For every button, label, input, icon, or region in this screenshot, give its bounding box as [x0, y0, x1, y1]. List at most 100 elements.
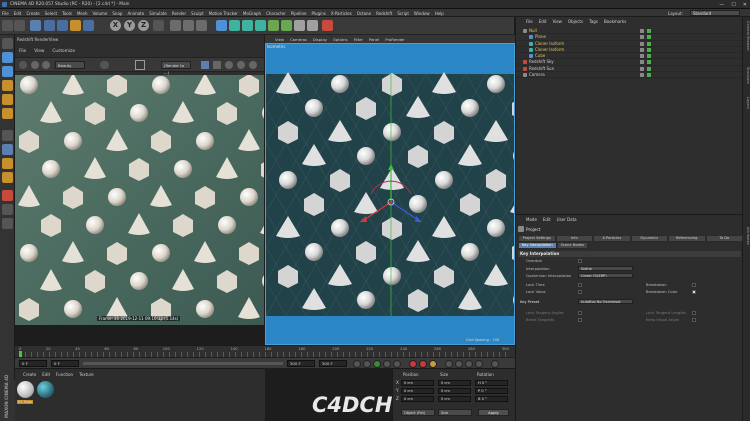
menu-select[interactable]: Select: [45, 11, 57, 16]
sphere-viewport-shape[interactable]: [331, 75, 349, 93]
edges-mode-icon[interactable]: [2, 94, 13, 105]
sphere-viewport-shape[interactable]: [487, 75, 505, 93]
menu-script[interactable]: Script: [397, 11, 409, 16]
viewport-menu-filter[interactable]: Filter: [354, 37, 363, 42]
menu-volume[interactable]: Volume: [92, 11, 107, 16]
menu-file[interactable]: File: [2, 11, 9, 16]
attr-tab-info[interactable]: Info: [555, 235, 593, 242]
play-icon[interactable]: [373, 360, 381, 368]
redshift-icon[interactable]: [322, 20, 333, 31]
sphere-viewport-shape[interactable]: [279, 171, 297, 189]
autokey-icon[interactable]: [419, 360, 427, 368]
material-label-rs-mate[interactable]: RS Mate: [17, 400, 34, 404]
lock-tangent-angles-checkbox[interactable]: [578, 311, 582, 315]
position-z-field[interactable]: 0 cm: [401, 396, 434, 402]
quaternion-select[interactable]: Linear (SLERP): [578, 273, 633, 278]
render-settings-icon[interactable]: [196, 20, 207, 31]
object-name[interactable]: Null: [529, 28, 537, 34]
attr-tab-to-do[interactable]: To Do: [705, 235, 743, 242]
sphere-viewport-shape[interactable]: [435, 171, 453, 189]
menu-octane[interactable]: Octane: [357, 11, 371, 16]
light-icon[interactable]: [307, 20, 318, 31]
sphere-viewport-shape[interactable]: [357, 291, 375, 309]
interpolation-select[interactable]: Spline: [578, 266, 633, 271]
recent-tools-icon[interactable]: [83, 20, 94, 31]
snapshot-select[interactable]: (Render to ...): [161, 61, 191, 75]
scale-key-icon[interactable]: [455, 360, 463, 368]
renderview-menu-customize[interactable]: Customize: [52, 49, 75, 54]
exposure-icon[interactable]: [237, 61, 245, 69]
polygons-mode-icon[interactable]: [2, 108, 13, 119]
undo-icon[interactable]: [2, 20, 13, 31]
x-axis-lock-icon[interactable]: X: [110, 20, 121, 31]
menu-edit[interactable]: Edit: [14, 11, 22, 16]
pen-icon[interactable]: [229, 20, 240, 31]
menu-plugins[interactable]: Plugins: [312, 11, 326, 16]
scale-tool-icon[interactable]: [57, 20, 68, 31]
renderview-menu-file[interactable]: File: [19, 49, 26, 54]
enabled-check-icon[interactable]: [647, 66, 651, 71]
position-y-field[interactable]: 0 cm: [401, 388, 434, 394]
keyframe-selection-icon[interactable]: [429, 360, 437, 368]
material-menu-edit[interactable]: Edit: [42, 372, 50, 377]
break-tangents-checkbox[interactable]: [578, 318, 582, 322]
camera-icon[interactable]: [294, 20, 305, 31]
frame-range-slider[interactable]: [83, 362, 283, 365]
menu-render[interactable]: Render: [172, 11, 186, 16]
menu-window[interactable]: Window: [414, 11, 430, 16]
lock-time-checkbox[interactable]: [578, 283, 582, 287]
sphere-viewport-shape[interactable]: [487, 219, 505, 237]
tab-layers[interactable]: Layers: [746, 97, 750, 109]
visibility-toggle-icon[interactable]: [640, 35, 644, 40]
snap-icon[interactable]: [2, 158, 13, 169]
current-frame-field[interactable]: 0 F: [51, 360, 79, 367]
color-picker-icon[interactable]: [225, 61, 233, 69]
objects-menu-bookmarks[interactable]: Bookmarks: [604, 19, 626, 24]
lock-icon[interactable]: [213, 61, 221, 69]
object-name[interactable]: Plane: [535, 34, 546, 40]
attr-tab-x-particles[interactable]: X-Particles: [593, 235, 631, 242]
z-axis-lock-icon[interactable]: Z: [138, 20, 149, 31]
render-picture-viewer-icon[interactable]: [183, 20, 194, 31]
renderview-menu-view[interactable]: View: [34, 49, 44, 54]
menu-character[interactable]: Character: [266, 11, 286, 16]
move-tool-icon[interactable]: [44, 20, 55, 31]
coordinate-system-icon[interactable]: [153, 20, 164, 31]
attr-menu-edit[interactable]: Edit: [543, 217, 551, 222]
viewport-menu-panel[interactable]: Panel: [369, 37, 379, 42]
object-name[interactable]: Camera: [529, 72, 545, 78]
enabled-check-icon[interactable]: [647, 60, 651, 65]
end-frame-field[interactable]: 300 F: [287, 360, 315, 367]
previous-key-icon[interactable]: [363, 360, 371, 368]
lock-workplane-icon[interactable]: [2, 190, 13, 201]
object-name[interactable]: Cloner Isoform: [535, 41, 564, 47]
lock-value-checkbox[interactable]: [578, 290, 582, 294]
objects-menu-file[interactable]: File: [526, 19, 533, 24]
menu-motion-tracker[interactable]: Motion Tracker: [209, 11, 238, 16]
menu-x-particles[interactable]: X-Particles: [331, 11, 352, 16]
attr-menu-user-data[interactable]: User Data: [557, 217, 577, 222]
subdivision-icon[interactable]: [242, 20, 253, 31]
3d-viewport[interactable]: [265, 43, 515, 345]
viewport-menu-display[interactable]: Display: [313, 37, 327, 42]
object-name[interactable]: Cube: [535, 53, 545, 59]
snapshot-icon[interactable]: [100, 61, 109, 69]
rotate-tool-icon[interactable]: [70, 20, 81, 31]
objects-menu-view[interactable]: View: [552, 19, 562, 24]
lock-tangent-lengths-checkbox[interactable]: [692, 311, 696, 315]
viewport-menu-view[interactable]: View: [275, 37, 284, 42]
viewport-menu-prorender[interactable]: ProRender: [385, 37, 405, 42]
rotation-p-field[interactable]: P 0 °: [475, 388, 508, 394]
material-menu-function[interactable]: Function: [56, 372, 73, 377]
go-to-start-icon[interactable]: [353, 360, 361, 368]
enabled-check-icon[interactable]: [647, 29, 651, 33]
timeline[interactable]: 0102030405060708090100110120130140150160…: [15, 345, 515, 357]
sphere-viewport-shape[interactable]: [383, 123, 401, 141]
object-name[interactable]: Redshift Sky: [529, 59, 554, 65]
settings-icon[interactable]: [249, 61, 257, 69]
array-icon[interactable]: [255, 20, 266, 31]
paint-icon[interactable]: [2, 218, 13, 229]
render-icon[interactable]: [19, 61, 27, 69]
overdub-checkbox[interactable]: [578, 259, 582, 263]
enable-axis-icon[interactable]: [2, 130, 13, 141]
